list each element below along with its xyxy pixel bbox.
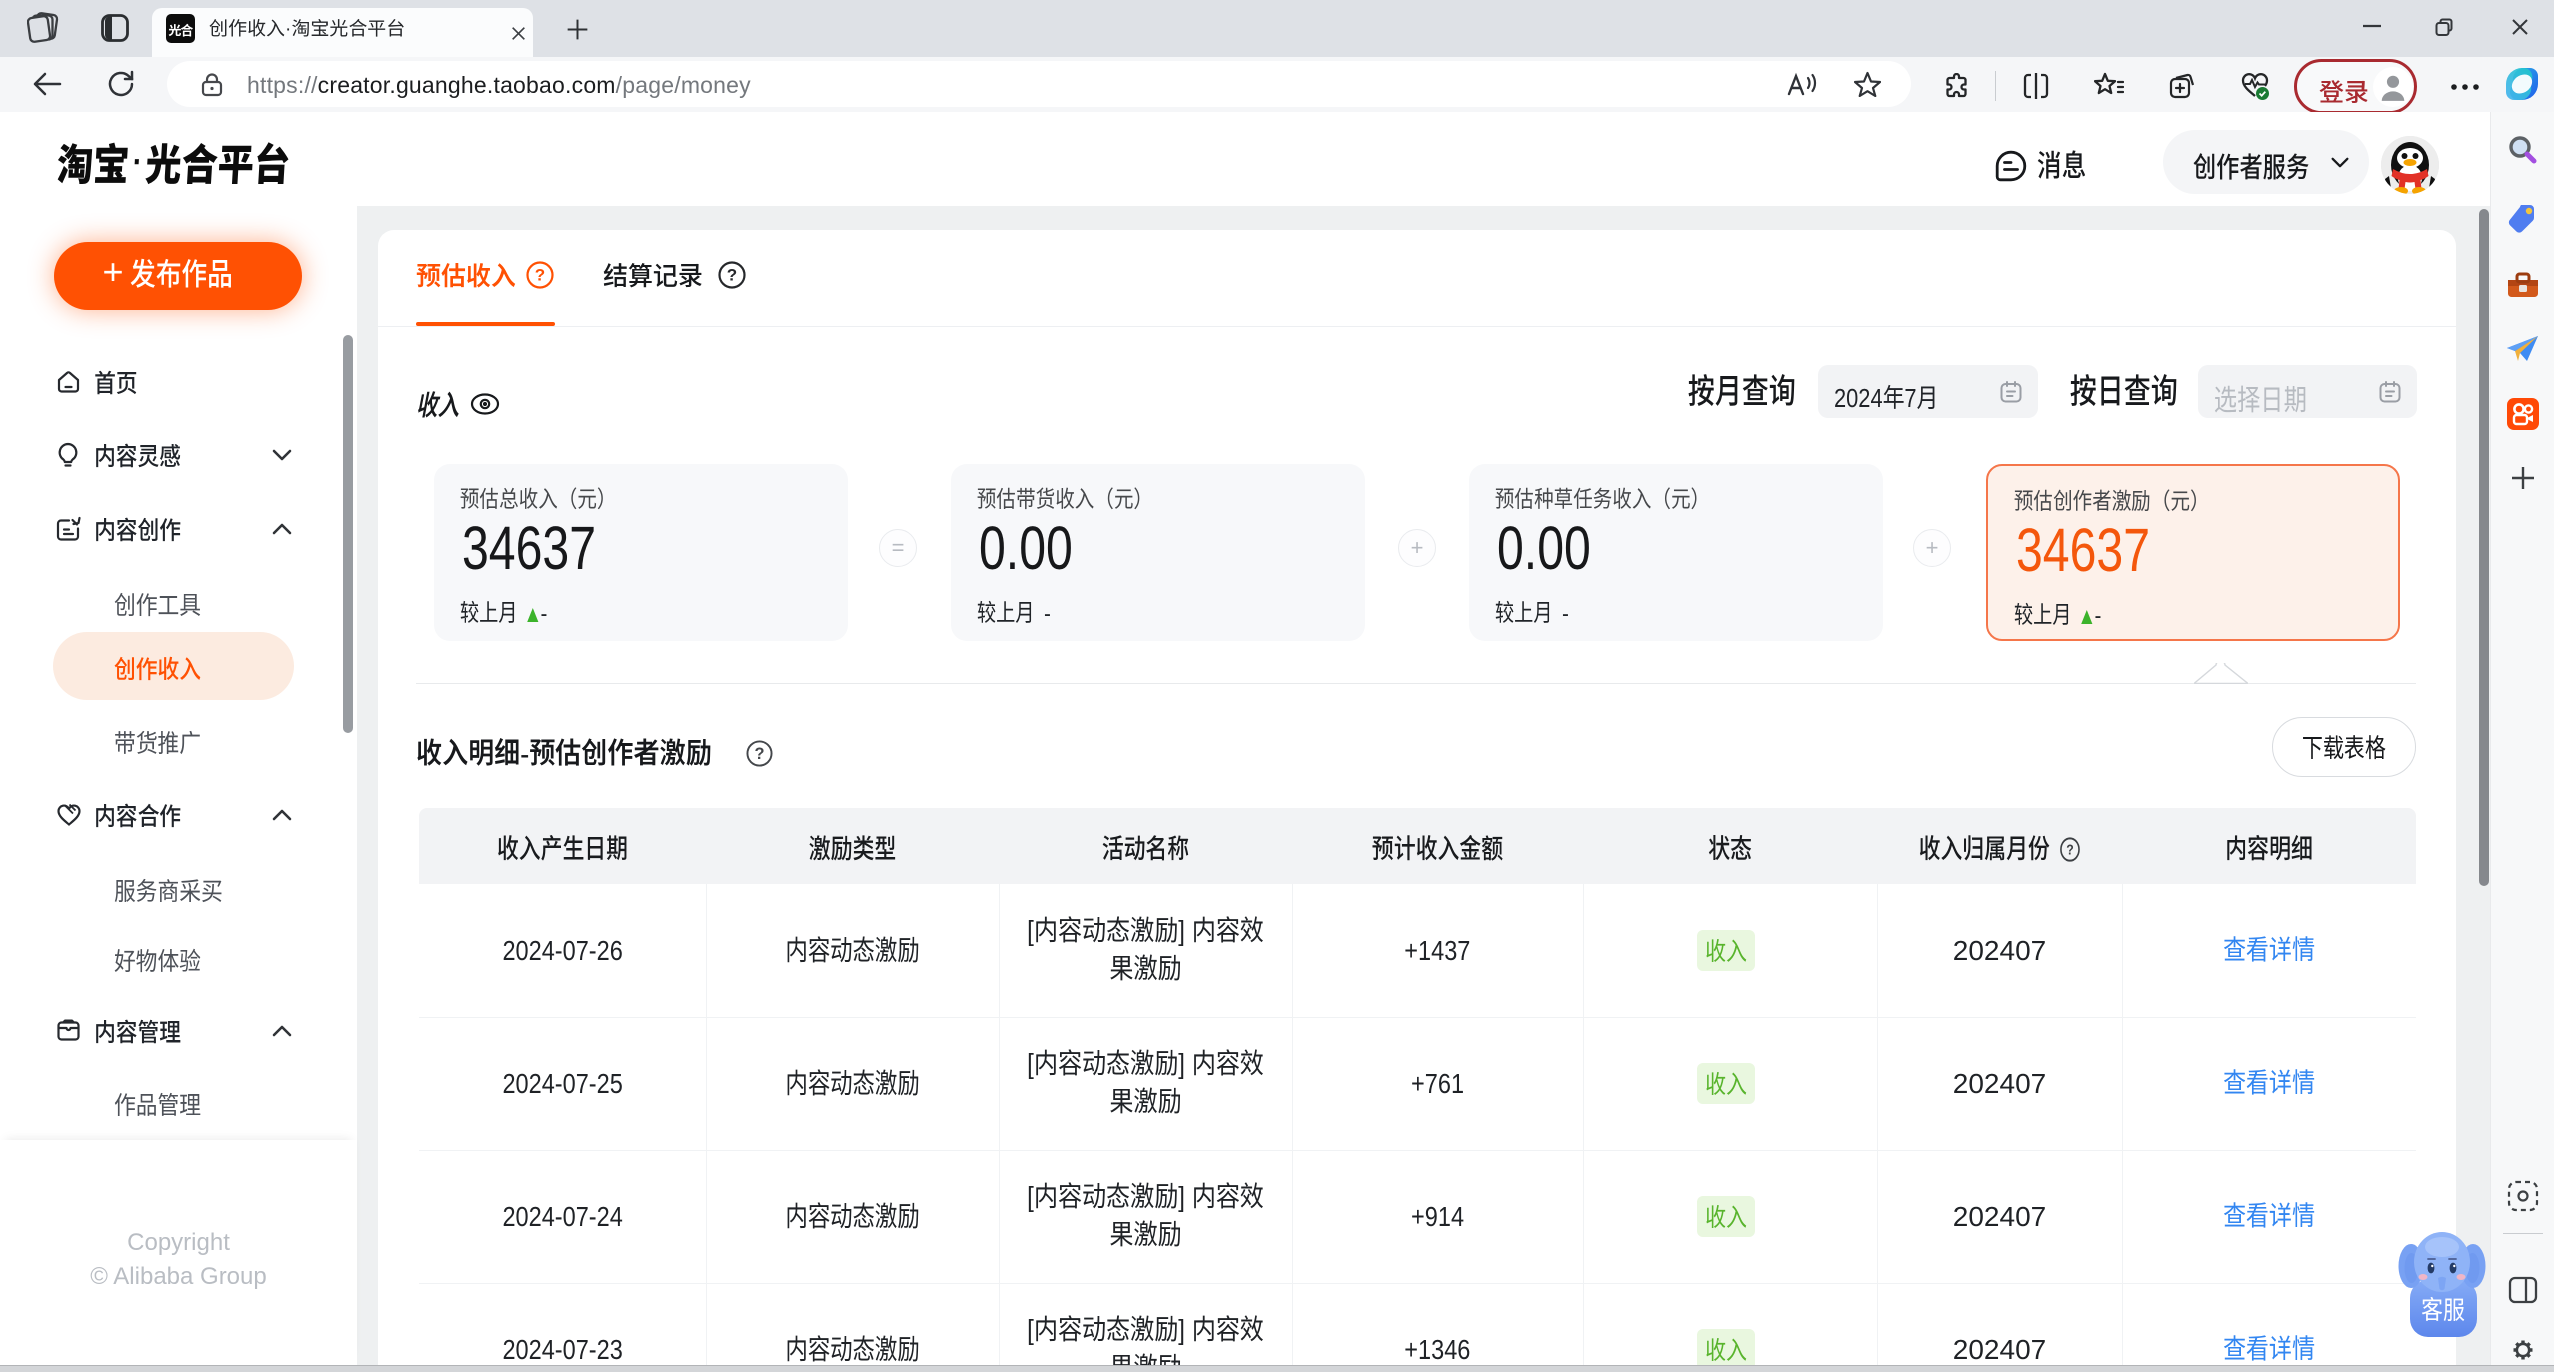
svg-text:?: ?: [754, 745, 764, 763]
svg-text:?: ?: [2067, 840, 2075, 858]
svg-text:?: ?: [727, 266, 737, 285]
svg-text:?: ?: [535, 266, 545, 285]
